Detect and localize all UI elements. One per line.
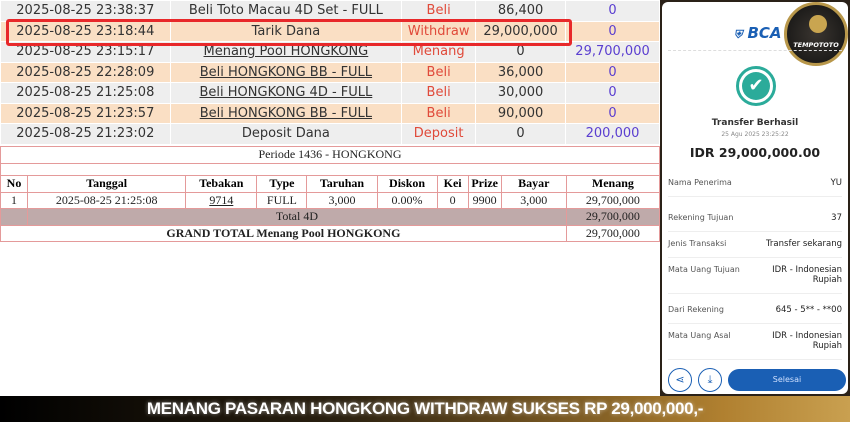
periode-title: Periode 1436 - HONGKONG [0, 146, 660, 164]
credit-cell: 0 [565, 102, 660, 124]
date-cell: 2025-08-25 21:23:57 [0, 102, 171, 124]
receipt-field: Dari Rekening 645 - 5** - **00 [668, 305, 842, 324]
bca-receipt: ⛨ BCA TEMPOTOTO ✔ Transfer Berhasil 25 A… [662, 2, 848, 394]
debit-cell: 90,000 [475, 102, 567, 124]
grand-total-value: 29,700,000 [565, 224, 660, 242]
type-cell: Beli [401, 61, 477, 83]
debit-cell: 36,000 [475, 61, 567, 83]
download-icon[interactable]: ⤓ [698, 368, 722, 392]
receipt-field: Nama Penerima YU [668, 178, 842, 197]
credit-cell: 29,700,000 [565, 41, 660, 63]
field-label: Dari Rekening [668, 305, 724, 314]
debit-cell: 0 [475, 123, 567, 145]
date-cell: 2025-08-25 22:28:09 [0, 61, 171, 83]
cell: 2025-08-25 21:25:08 [27, 191, 187, 209]
field-label: Mata Uang Tujuan [668, 265, 740, 274]
column-header: Prize [467, 174, 502, 193]
debit-cell: 86,400 [475, 0, 567, 22]
transaction-row: 2025-08-25 21:25:08 Beli HONGKONG 4D - FU… [0, 82, 660, 104]
receipt-field: Jenis Transaksi Transfer sekarang [668, 239, 842, 258]
share-icon[interactable]: ⋖ [668, 368, 692, 392]
promo-banner: MENANG PASARAN HONGKONG WITHDRAW SUKSES … [0, 396, 850, 422]
description-link[interactable]: Beli HONGKONG BB - FULL [169, 102, 403, 124]
type-cell: Beli [401, 102, 477, 124]
column-header: Diskon [376, 174, 438, 193]
cell: 0 [436, 191, 469, 209]
highlight-box [6, 19, 572, 46]
transfer-amount: IDR 29,000,000.00 [689, 145, 821, 160]
type-cell: Deposit [401, 123, 477, 145]
total-empty [0, 208, 29, 226]
total-value: 29,700,000 [565, 208, 660, 226]
field-value: IDR - Indonesian Rupiah [772, 265, 842, 285]
transaction-row: 2025-08-25 21:23:57 Beli HONGKONG BB - FU… [0, 102, 660, 124]
column-header: Taruhan [306, 174, 378, 193]
cell: 3,000 [500, 191, 567, 209]
column-header: Tebakan [185, 174, 258, 193]
receipt-field: Mata Uang Tujuan IDR - Indonesian Rupiah [668, 265, 842, 294]
total-label: Total 4D [27, 208, 567, 226]
credit-cell: 0 [565, 20, 660, 42]
description: Deposit Dana [169, 123, 403, 145]
transfer-datetime: 25 Agu 2025 23:25:22 [721, 131, 789, 138]
field-label: Rekening Tujuan [668, 213, 734, 222]
field-value: 645 - 5** - **00 [775, 305, 842, 315]
field-label: Jenis Transaksi [668, 239, 727, 248]
bet-detail-table: Periode 1436 - HONGKONG No Tanggal Tebakan… [0, 146, 660, 242]
field-label: Nama Penerima [668, 178, 732, 187]
field-value: 37 [831, 213, 842, 223]
credit-cell: 0 [565, 82, 660, 104]
field-value: YU [830, 178, 842, 188]
spacer-row [0, 162, 660, 176]
credit-cell: 0 [565, 61, 660, 83]
column-header: Type [256, 174, 308, 193]
column-header: Bayar [500, 174, 567, 193]
credit-cell: 200,000 [565, 123, 660, 145]
transaction-row: 2025-08-25 21:23:02 Deposit Dana Deposit 0 2… [0, 123, 660, 145]
column-header: No [0, 174, 29, 193]
success-check-icon: ✔ [736, 66, 776, 106]
cell: FULL [256, 191, 308, 209]
done-button[interactable]: Selesai [728, 369, 846, 391]
cell: 9900 [467, 191, 502, 209]
bca-logo: ⛨ BCA [734, 24, 782, 42]
description-link[interactable]: Beli Toto Macau 4D Set - FULL [169, 0, 403, 22]
column-header: Kei [436, 174, 469, 193]
description-link[interactable]: Beli HONGKONG 4D - FULL [169, 82, 403, 104]
date-cell: 2025-08-25 21:23:02 [0, 123, 171, 145]
type-cell: Beli [401, 82, 477, 104]
field-value: IDR - Indonesian Rupiah [772, 331, 842, 351]
type-cell: Beli [401, 0, 477, 22]
date-cell: 2025-08-25 21:25:08 [0, 82, 171, 104]
date-cell: 2025-08-25 23:38:37 [0, 0, 171, 22]
cell: 29,700,000 [565, 191, 660, 209]
transaction-row: 2025-08-25 22:28:09 Beli HONGKONG BB - FU… [0, 61, 660, 83]
transaction-panel: 2025-08-25 23:38:37 Beli Toto Macau 4D Se… [0, 0, 660, 396]
cell: 3,000 [306, 191, 378, 209]
tebakan-link[interactable]: 9714 [185, 191, 258, 209]
column-header: Tanggal [27, 174, 187, 193]
description-link[interactable]: Beli HONGKONG BB - FULL [169, 61, 403, 83]
tempototo-logo: TEMPOTOTO [784, 2, 848, 66]
status-text: Transfer Berhasil [711, 118, 799, 128]
receipt-field: Rekening Tujuan 37 [668, 213, 842, 232]
cell: 1 [0, 191, 29, 209]
cell: 0.00% [376, 191, 438, 209]
transaction-row: 2025-08-25 23:38:37 Beli Toto Macau 4D Se… [0, 0, 660, 22]
debit-cell: 30,000 [475, 82, 567, 104]
grand-total-label: GRAND TOTAL Menang Pool HONGKONG [0, 224, 567, 242]
receipt-field: Mata Uang Asal IDR - Indonesian Rupiah [668, 331, 842, 360]
field-value: Transfer sekarang [765, 239, 842, 249]
column-header: Menang [565, 174, 660, 193]
credit-cell: 0 [565, 0, 660, 22]
field-label: Mata Uang Asal [668, 331, 731, 340]
